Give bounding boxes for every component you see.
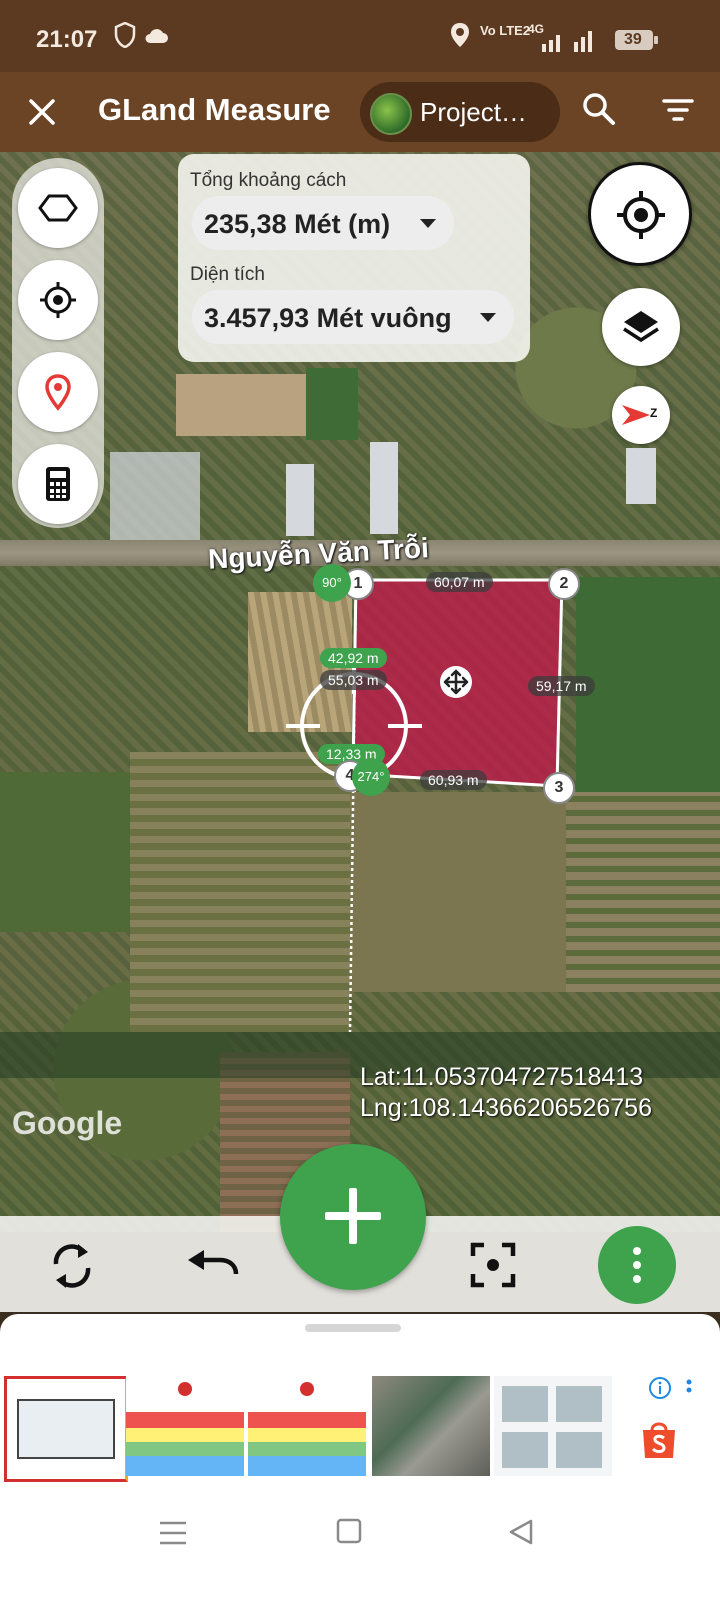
distance-label: Tổng khoảng cách — [190, 170, 347, 191]
gps-tool-button[interactable] — [18, 260, 98, 340]
app-title: GLand Measure — [98, 92, 331, 127]
tool-palette — [12, 158, 104, 528]
ad-thumbnail[interactable] — [4, 1376, 128, 1482]
back-icon[interactable] — [508, 1518, 534, 1551]
battery-level: 39 — [624, 31, 642, 48]
compass-letter: Z — [650, 406, 658, 420]
project-selector[interactable]: Project… — [360, 82, 560, 142]
segment-label: 42,92 m — [320, 648, 387, 668]
ad-thumbnail[interactable] — [126, 1376, 244, 1476]
segment-label: 59,17 m — [528, 676, 595, 696]
ad-banner[interactable] — [0, 1372, 720, 1482]
status-time: 21:07 — [36, 26, 98, 53]
project-thumbnail — [370, 93, 412, 135]
ad-more-icon[interactable] — [684, 1378, 694, 1407]
add-point-button[interactable] — [280, 1144, 426, 1290]
search-icon[interactable] — [580, 90, 618, 133]
fit-screen-icon[interactable] — [470, 1242, 516, 1293]
vertex-marker[interactable]: 3 — [543, 772, 575, 804]
close-icon[interactable] — [22, 92, 62, 132]
angle-badge: 90° — [313, 564, 351, 602]
area-unit-dropdown[interactable]: 3.457,93 Mét vuông — [192, 290, 514, 344]
longitude-text: Lng:108.14366206526756 — [360, 1094, 652, 1122]
map-layers-button[interactable] — [602, 288, 680, 366]
segment-label: 60,93 m — [420, 770, 487, 790]
info-icon[interactable] — [648, 1376, 672, 1405]
layers-icon — [623, 311, 659, 343]
latitude-text: Lat:11.053704727518413 — [360, 1063, 644, 1091]
filter-icon[interactable] — [660, 92, 696, 133]
segment-label: 55,03 m — [320, 670, 387, 690]
chevron-down-icon — [480, 313, 496, 322]
volte-indicator: Vo LTE2 — [480, 23, 531, 38]
compass-button[interactable]: Z — [612, 386, 670, 444]
distance-unit-dropdown[interactable]: 235,38 Mét (m) — [192, 196, 454, 250]
ad-thumbnail[interactable] — [248, 1376, 366, 1476]
signal-icon — [540, 28, 600, 59]
chevron-down-icon — [420, 219, 436, 228]
satellite-map[interactable]: Nguyễn Văn Trỗi 60,07 m 59,17 m 60,93 m … — [0, 152, 720, 1232]
location-icon — [450, 22, 470, 53]
area-label: Diện tích — [190, 264, 265, 285]
segment-label: 60,07 m — [426, 572, 493, 592]
ad-thumbnail[interactable] — [372, 1376, 490, 1476]
cloud-icon — [144, 28, 168, 49]
coordinate-readout: Lat:11.053704727518413 Lng:108.143662065… — [360, 1062, 652, 1124]
recent-apps-icon[interactable] — [158, 1520, 188, 1551]
pin-tool-button[interactable] — [18, 352, 98, 432]
more-options-button[interactable] — [598, 1226, 676, 1304]
shield-icon — [114, 21, 136, 53]
angle-badge: 274° — [352, 758, 390, 796]
bottom-sheet[interactable] — [0, 1314, 720, 1372]
project-name: Project… — [420, 97, 527, 127]
app-bar: GLand Measure Project… — [0, 72, 720, 152]
refresh-icon[interactable] — [48, 1240, 96, 1297]
crosshair-icon — [40, 282, 76, 318]
ad-thumbnail[interactable] — [494, 1376, 612, 1476]
home-icon[interactable] — [336, 1518, 362, 1549]
calculator-icon — [46, 467, 70, 501]
vertex-marker[interactable]: 2 — [548, 568, 580, 600]
google-attribution: Google — [12, 1105, 123, 1141]
undo-icon[interactable] — [186, 1248, 240, 1289]
hexagon-icon — [38, 194, 78, 222]
area-value: 3.457,93 Mét vuông — [204, 303, 452, 333]
more-vert-icon — [633, 1247, 641, 1255]
map-pin-icon — [45, 374, 71, 411]
calculator-tool-button[interactable] — [18, 444, 98, 524]
measurement-panel: Tổng khoảng cách 235,38 Mét (m) Diện tíc… — [178, 154, 530, 362]
my-location-button[interactable] — [588, 162, 692, 266]
move-icon[interactable] — [440, 666, 472, 698]
status-bar: 21:07 Vo LTE2 4G 39 — [0, 0, 720, 72]
distance-value: 235,38 Mét (m) — [204, 209, 391, 239]
shopee-icon[interactable] — [640, 1418, 678, 1465]
gps-icon — [617, 191, 665, 239]
polygon-tool-button[interactable] — [18, 168, 98, 248]
system-nav-bar — [0, 1482, 720, 1600]
compass-icon — [622, 405, 650, 425]
drag-handle[interactable] — [305, 1324, 401, 1332]
